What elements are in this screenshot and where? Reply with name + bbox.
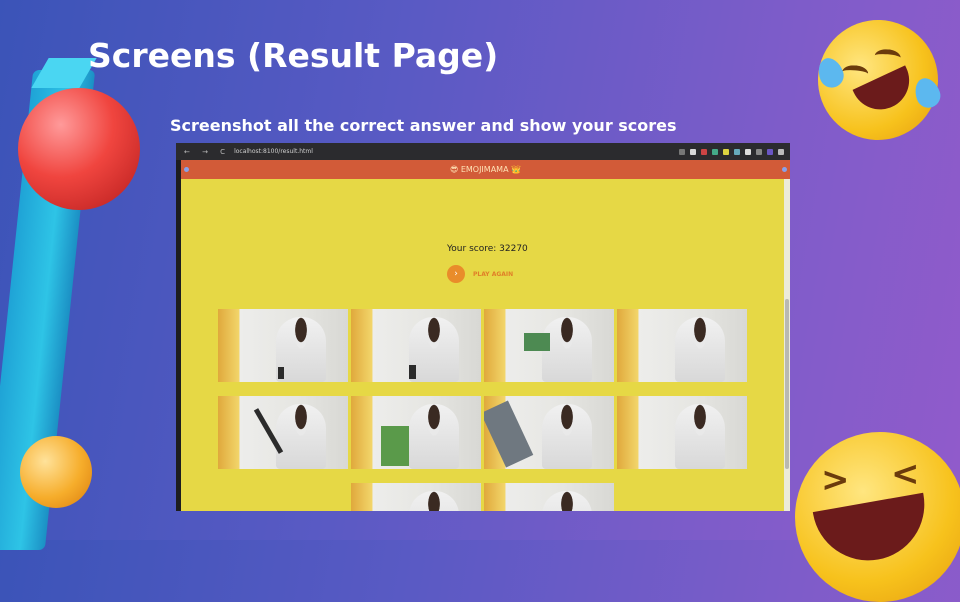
answer-thumbnail[interactable] xyxy=(484,309,614,382)
rofl-emoji-icon xyxy=(801,3,955,157)
score-text: Your score: 32270 xyxy=(447,244,528,254)
scrollbar[interactable] xyxy=(784,179,790,511)
decorative-orange-ball xyxy=(20,436,92,508)
app-header: 😎 EMOJIMAMA 👑 xyxy=(181,160,790,179)
answer-thumbnail[interactable] xyxy=(484,483,614,511)
settings-icon[interactable] xyxy=(782,167,787,172)
answer-thumbnail[interactable] xyxy=(218,309,348,382)
app-title: 😎 EMOJIMAMA 👑 xyxy=(449,165,522,174)
decorative-red-ball xyxy=(18,88,140,210)
answer-thumbnail[interactable] xyxy=(617,309,747,382)
laughing-emoji-icon: > < xyxy=(795,432,960,602)
menu-icon[interactable] xyxy=(184,167,189,172)
play-icon[interactable]: › xyxy=(447,265,465,283)
result-page-screenshot: ← → C localhost:8100/result.html 😎 EMOJI… xyxy=(176,143,790,511)
browser-toolbar: ← → C localhost:8100/result.html xyxy=(176,143,790,160)
slide-subtitle: Screenshot all the correct answer and sh… xyxy=(170,116,677,135)
play-again-button[interactable]: › PLAY AGAIN xyxy=(447,265,513,283)
play-again-label[interactable]: PLAY AGAIN xyxy=(473,271,513,278)
answer-thumbnail[interactable] xyxy=(351,396,481,469)
answer-thumbnail[interactable] xyxy=(351,483,481,511)
browser-extension-icons xyxy=(679,148,784,155)
answer-thumbnail[interactable] xyxy=(484,396,614,469)
browser-nav-buttons[interactable]: ← → C xyxy=(184,148,230,156)
browser-url[interactable]: localhost:8100/result.html xyxy=(234,148,313,155)
result-content: Your score: 32270 › PLAY AGAIN xyxy=(181,179,784,511)
answer-thumbnail[interactable] xyxy=(351,309,481,382)
slide-title: Screens (Result Page) xyxy=(88,36,499,75)
answer-thumbnail[interactable] xyxy=(218,396,348,469)
answer-thumbnail[interactable] xyxy=(617,396,747,469)
